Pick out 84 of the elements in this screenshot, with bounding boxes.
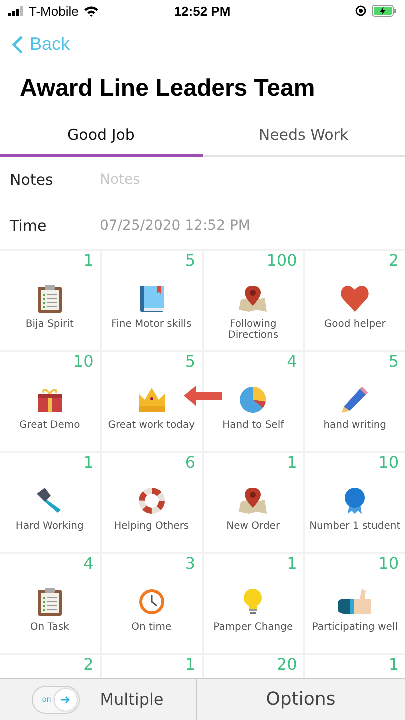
award-name: Bija Spirit — [24, 319, 75, 330]
award-name: Great Demo — [18, 420, 82, 431]
arrow-right-icon — [61, 696, 72, 704]
chevron-left-icon — [12, 34, 24, 54]
wifi-icon — [84, 6, 99, 16]
signal-icon — [8, 6, 24, 16]
award-tile[interactable]: 10 Participating well — [305, 554, 405, 653]
pie-chart-icon — [240, 387, 266, 413]
award-count: 1 — [287, 556, 298, 572]
award-tile[interactable]: 5 Great work today — [102, 352, 202, 451]
award-name: On time — [130, 622, 173, 633]
hammer-icon — [36, 488, 63, 514]
award-count: 2 — [84, 657, 94, 673]
award-count: 5 — [185, 253, 196, 269]
award-name: Pamper Change — [212, 622, 294, 633]
tab[interactable]: Needs Work — [202, 115, 405, 157]
award-count: 6 — [185, 455, 196, 471]
award-name: Helping Others — [113, 521, 190, 532]
thumbs-up-icon — [338, 589, 372, 615]
award-count: 10 — [73, 354, 94, 370]
clock-icon — [138, 589, 165, 615]
award-tile[interactable]: 6 Helping Others — [102, 453, 202, 552]
award-tile[interactable]: 4 Hand to Self — [204, 352, 304, 451]
award-count: 1 — [84, 455, 94, 471]
award-tile[interactable]: 1 Hard Working — [0, 453, 100, 552]
award-count: 1 — [388, 657, 399, 673]
award-count: 10 — [378, 455, 399, 471]
award-name: Following Directions — [227, 319, 280, 341]
award-name: Great work today — [107, 420, 196, 431]
award-count: 5 — [185, 354, 196, 370]
carrier-name: T-Mobile — [29, 4, 79, 18]
award-name: New Order — [226, 521, 282, 532]
field-label: Notes — [10, 171, 54, 189]
award-name: On Task — [29, 622, 70, 633]
clipboard-icon — [38, 285, 62, 313]
lifebuoy-icon — [138, 488, 165, 514]
rotation-lock-icon — [355, 5, 367, 17]
award-tile[interactable]: 4 On Task — [0, 554, 100, 653]
award-tile[interactable]: 2 Good helper — [305, 251, 405, 350]
award-tile[interactable]: 5 hand writing — [305, 352, 405, 451]
award-count: 20 — [276, 657, 298, 673]
award-count: 4 — [84, 556, 94, 572]
toggle-label: on — [42, 695, 52, 704]
award-count: 2 — [388, 253, 399, 269]
award-tile[interactable]: 10 Number 1 student — [305, 453, 405, 552]
pencil-icon — [342, 387, 368, 413]
award-name: Participating well — [311, 622, 399, 633]
award-name: Hard Working — [14, 521, 85, 532]
award-count: 10 — [378, 556, 399, 572]
award-tile[interactable]: 10 Great Demo — [0, 352, 100, 451]
medal-icon — [345, 488, 366, 514]
award-count: 1 — [185, 657, 196, 673]
award-tile[interactable]: 1 New Order — [204, 453, 304, 552]
award-name: Fine Motor skills — [110, 319, 193, 330]
award-name: Hand to Self — [222, 420, 286, 431]
award-name: hand writing — [322, 420, 388, 431]
crown-icon — [138, 388, 165, 412]
field-label: Time — [10, 217, 48, 235]
map-pin-icon — [239, 286, 268, 312]
arrow-annotation — [184, 386, 222, 406]
heart-icon — [341, 286, 370, 312]
award-count: 4 — [287, 354, 298, 370]
gift-icon — [38, 388, 62, 412]
award-name: Number 1 student — [308, 521, 402, 532]
clipboard-icon — [38, 588, 62, 616]
award-count: 1 — [287, 455, 298, 471]
award-count: 100 — [266, 253, 298, 269]
award-count: 5 — [388, 354, 399, 370]
award-tile[interactable]: 1 Pamper Change — [204, 554, 304, 653]
award-count: 1 — [84, 253, 94, 269]
book-icon — [140, 286, 164, 312]
page-title: Award Line Leaders Team — [20, 75, 316, 104]
award-tile[interactable]: 3 On time — [102, 554, 202, 653]
multiple-label: Multiple — [100, 690, 164, 709]
award-tile[interactable]: 1 Bija Spirit — [0, 251, 100, 350]
map-pin-icon — [239, 488, 268, 514]
clock-time: 12:52 PM — [174, 4, 231, 18]
light-bulb-icon — [244, 589, 262, 615]
battery-icon — [372, 5, 397, 17]
tab[interactable]: Good Job — [0, 115, 202, 157]
award-name: Good helper — [323, 319, 387, 330]
award-count: 3 — [185, 556, 196, 572]
award-tile[interactable]: 100 Following Directions — [204, 251, 304, 350]
award-tile[interactable]: 5 Fine Motor skills — [102, 251, 202, 350]
